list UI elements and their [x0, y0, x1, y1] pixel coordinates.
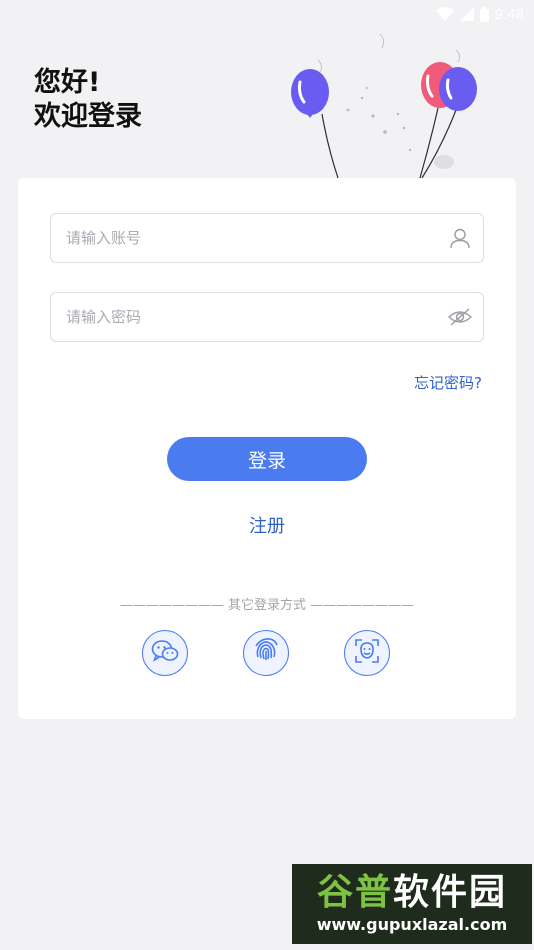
login-card: 忘记密码? 登录 注册 ———————— 其它登录方式 ———————— — [18, 178, 516, 719]
register-link: 注册 — [18, 512, 516, 538]
account-field[interactable] — [50, 213, 484, 263]
register-label[interactable]: 注册 — [249, 516, 285, 537]
wifi-icon — [435, 7, 454, 21]
greeting: 您好! 欢迎登录 — [34, 66, 142, 134]
eye-off-icon[interactable] — [447, 304, 473, 330]
watermark-title: 谷普软件园 — [317, 872, 507, 914]
status-time: 9:48 — [494, 5, 524, 23]
watermark-title-part1: 谷普 — [316, 872, 393, 913]
login-button[interactable]: 登录 — [167, 437, 367, 481]
status-bar: 9:48 — [0, 0, 534, 28]
watermark-url: www.gupuxlazal.com — [316, 915, 508, 934]
account-input[interactable] — [66, 229, 447, 247]
wechat-login-button[interactable] — [142, 630, 188, 676]
password-input[interactable] — [66, 308, 447, 326]
face-scan-icon — [353, 637, 381, 669]
site-watermark: 谷普软件园 www.gupuxlazal.com — [292, 864, 532, 944]
wechat-icon — [151, 639, 179, 667]
cell-signal-icon — [459, 7, 474, 21]
battery-icon — [479, 6, 489, 22]
forgot-password-link[interactable]: 忘记密码? — [414, 372, 482, 393]
greeting-welcome: 欢迎登录 — [34, 101, 142, 132]
watermark-title-part2: 软件园 — [393, 872, 508, 913]
other-login-divider: ———————— 其它登录方式 ———————— — [119, 598, 415, 613]
password-field[interactable] — [50, 292, 484, 342]
face-login-button[interactable] — [344, 630, 390, 676]
fingerprint-icon — [252, 637, 280, 669]
user-icon — [447, 225, 473, 251]
greeting-hello: 您好! — [34, 67, 101, 98]
balloons-illustration — [291, 33, 477, 178]
fingerprint-login-button[interactable] — [243, 630, 289, 676]
